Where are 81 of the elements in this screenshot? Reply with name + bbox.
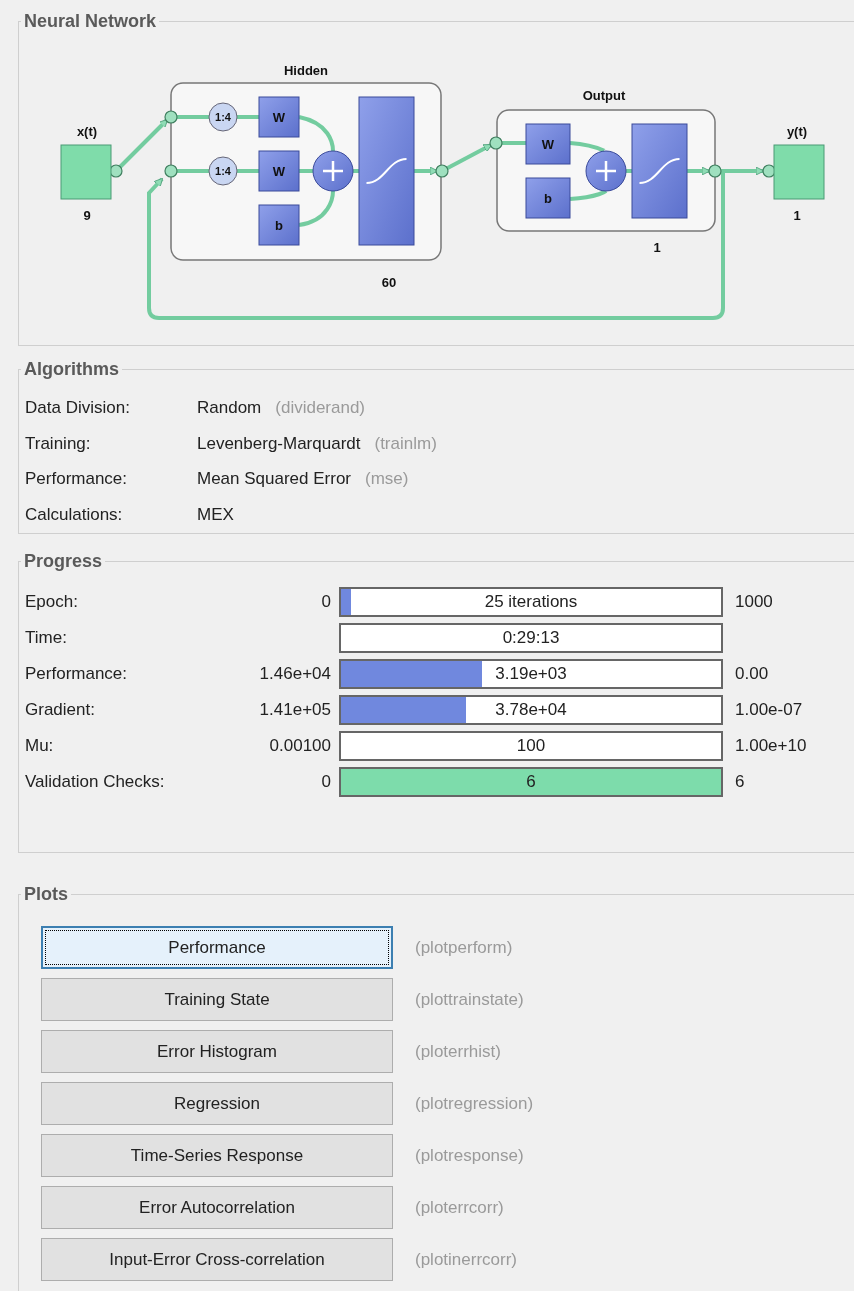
connection-node [164, 110, 178, 124]
panel-title: Algorithms [23, 358, 120, 381]
algorithm-label: Performance: [25, 468, 129, 490]
algorithm-value: Random [197, 397, 262, 419]
output-label: y(t) [786, 124, 808, 139]
plot-button[interactable]: Regression [41, 1082, 393, 1125]
progress-label: Epoch: [25, 591, 79, 614]
bias-block: b [525, 177, 571, 219]
connector [237, 115, 259, 119]
progress-label: Gradient: [25, 699, 96, 722]
function-name: (plotresponse) [415, 1144, 524, 1167]
algorithm-value: Levenberg-Marquardt [197, 432, 361, 455]
start-value: 1.46e+04 [259, 664, 331, 684]
end-value: 1.00e+10 [735, 736, 807, 756]
connector [237, 169, 259, 173]
weight-block: W [258, 150, 300, 192]
connection-node [164, 164, 178, 178]
start-value: 0 [321, 772, 331, 792]
algorithm-label: Training: [25, 432, 92, 455]
end-value: 1000 [735, 592, 773, 612]
end-value: 1.00e-07 [735, 700, 803, 720]
connector [687, 166, 711, 176]
start-value: 0 [321, 592, 331, 612]
function-name: (ploterrcorr) [415, 1196, 504, 1219]
layer-size: 60 [381, 275, 397, 290]
function-name: (plotregression) [415, 1092, 534, 1115]
input-label: x(t) [76, 124, 98, 139]
plot-button[interactable]: Input-Error Cross-correlation [41, 1238, 393, 1281]
panel-title: Progress [23, 550, 104, 573]
output-size: 1 [793, 208, 801, 223]
connection-node [489, 136, 503, 150]
end-value: 6 [735, 772, 745, 792]
end-value: 0.00 [735, 664, 769, 684]
connector [298, 190, 335, 227]
sum-icon [312, 150, 354, 192]
plot-button[interactable]: Training State [41, 978, 393, 1021]
progress-value: 100 [516, 735, 546, 758]
layer-size: 1 [653, 240, 661, 255]
plot-button[interactable]: Error Histogram [41, 1030, 393, 1073]
algorithm-label: Data Division: [25, 397, 131, 419]
function-name: (plottrainstate) [415, 988, 524, 1011]
panel-title: Neural Network [23, 10, 158, 33]
connection-node [435, 164, 449, 178]
plot-button[interactable]: Performance [41, 926, 393, 969]
start-value: 1.41e+05 [259, 700, 331, 720]
output-block [773, 144, 825, 200]
progress-label: Mu: [25, 735, 55, 758]
algorithm-value: MEX [197, 503, 234, 526]
layer-title: Output [582, 88, 626, 103]
input-block [60, 144, 112, 200]
connection-node [708, 164, 722, 178]
panel-title: Plots [23, 883, 69, 906]
connector [569, 141, 607, 153]
delay-block: 1:4 [208, 156, 238, 186]
progress-label: Validation Checks: [25, 771, 166, 794]
progress-value: 3.19e+03 [495, 663, 567, 686]
progress-label: Performance: [25, 663, 129, 686]
plot-button[interactable]: Time-Series Response [41, 1134, 393, 1177]
weight-block: W [258, 96, 300, 138]
function-name: (mse) [365, 468, 409, 490]
start-value: 0.00100 [269, 736, 331, 756]
progress-value: 6 [526, 771, 536, 794]
weight-block: W [525, 123, 571, 165]
progress-value: 25 iterations [484, 591, 578, 614]
progress-label: Time: [25, 627, 68, 650]
layer-title: Hidden [283, 63, 329, 78]
delay-block: 1:4 [208, 102, 238, 132]
algorithm-label: Calculations: [25, 503, 124, 526]
bias-block: b [258, 204, 300, 246]
connector [298, 115, 335, 152]
input-size: 9 [83, 208, 91, 223]
progress-value: 3.78e+04 [495, 699, 567, 722]
function-name: (trainlm) [374, 432, 437, 455]
sum-icon [585, 150, 627, 192]
algorithm-value: Mean Squared Error [197, 468, 352, 490]
function-name: (plotperform) [415, 936, 513, 959]
function-name: (ploterrhist) [415, 1040, 501, 1063]
function-name: (dividerand) [275, 397, 366, 419]
connector [569, 189, 607, 201]
plot-button[interactable]: Error Autocorrelation [41, 1186, 393, 1229]
function-name: (plotinerrcorr) [415, 1248, 518, 1271]
